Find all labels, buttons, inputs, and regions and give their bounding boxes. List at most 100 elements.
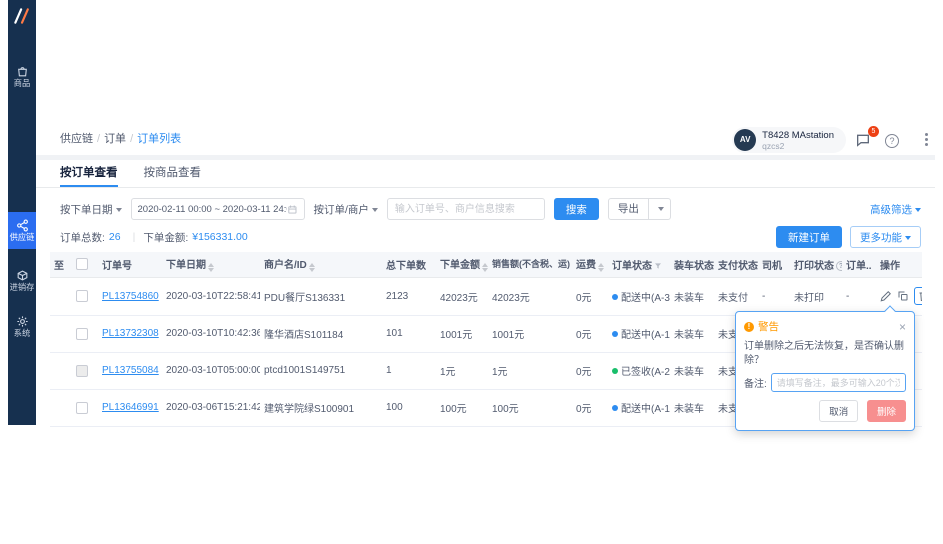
select-all-checkbox[interactable]	[76, 258, 88, 270]
date-range-value[interactable]	[138, 204, 287, 215]
column-header: 支付状态	[714, 252, 758, 277]
tab-order-view[interactable]: 按订单查看	[60, 160, 118, 187]
search-type-select[interactable]: 按订单/商户	[314, 202, 378, 217]
amount-cell: 100元	[436, 389, 488, 426]
cancel-button[interactable]: 取消	[819, 400, 858, 422]
new-order-button[interactable]: 新建订单	[776, 226, 842, 248]
close-icon[interactable]: ×	[899, 322, 906, 332]
copy-icon[interactable]	[897, 290, 909, 302]
sidebar-item-goods[interactable]: 商品	[8, 58, 36, 95]
chevron-down-icon	[372, 208, 378, 212]
help-button[interactable]: ?	[885, 131, 903, 149]
column-header: 总下单数	[382, 252, 436, 277]
order-date-cell: 2020-03-10T10:42:36	[162, 315, 260, 352]
breadcrumb-current: 订单列表	[137, 133, 181, 145]
column-header[interactable]: 运费	[572, 252, 608, 277]
delete-confirm-popover: ! 警告 × 订单删除之后无法恢复，是否确认删除？ 备注: 取消 删除	[735, 311, 915, 431]
sidebar-item-label: 进销存	[9, 282, 35, 292]
calendar-icon	[287, 204, 298, 215]
more-menu-button[interactable]	[921, 131, 931, 149]
edit-icon[interactable]	[880, 290, 892, 302]
order-no-cell: PL13646991	[98, 389, 162, 426]
amount-cell: 1001元	[436, 315, 488, 352]
row-checkbox[interactable]	[76, 290, 88, 302]
row-checkbox[interactable]	[76, 365, 88, 377]
date-type-select[interactable]: 按下单日期	[60, 202, 122, 217]
sidebar-item-supply-chain[interactable]: 供应链	[8, 212, 36, 249]
user-name: T8428 MAstation	[762, 130, 834, 141]
user-account: qzcs2	[762, 141, 834, 151]
sort-icon[interactable]	[309, 263, 315, 272]
freight-cell: 0元	[572, 352, 608, 389]
sales-cell: 100元	[488, 389, 572, 426]
order-link[interactable]: PL13646991	[102, 402, 159, 413]
sort-icon[interactable]	[482, 263, 488, 272]
user-menu[interactable]: AV T8428 MAstation qzcs2	[732, 127, 846, 153]
order-total-label: 订单总数:	[60, 230, 105, 245]
sales-cell: 42023元	[488, 277, 572, 315]
logo-icon	[12, 6, 32, 26]
breadcrumb-item[interactable]: 订单	[104, 133, 126, 145]
freight-cell: 0元	[572, 389, 608, 426]
topbar: 供应链/订单/订单列表 AV T8428 MAstation qzcs2 5 ?	[36, 123, 935, 155]
date-range-input[interactable]	[131, 198, 305, 220]
help-icon[interactable]: ?	[836, 261, 842, 271]
inventory-icon	[8, 267, 36, 282]
column-header[interactable]: 下单日期	[162, 252, 260, 277]
order-link[interactable]: PL13732308	[102, 328, 159, 339]
search-input[interactable]	[388, 199, 544, 219]
column-header[interactable]: 订单状态	[608, 252, 670, 277]
status-dot	[612, 368, 618, 374]
order-link[interactable]: PL13754860	[102, 291, 159, 302]
sort-icon[interactable]	[598, 263, 604, 272]
help-icon: ?	[885, 134, 899, 148]
view-tabs: 按订单查看 按商品查看	[36, 160, 935, 188]
checkbox-cell	[72, 389, 98, 426]
breadcrumb: 供应链/订单/订单列表	[60, 123, 181, 155]
checkbox-cell	[72, 315, 98, 352]
order-amount-label: 下单金额:	[143, 230, 188, 245]
loading-status-cell: 未装车	[670, 352, 714, 389]
order-no-cell: PL13755084	[98, 352, 162, 389]
status-dot	[612, 405, 618, 411]
chevron-down-icon	[915, 208, 921, 212]
note-input[interactable]	[771, 373, 906, 392]
search-button[interactable]: 搜索	[554, 198, 599, 220]
sidebar-item-system[interactable]: 系统	[8, 308, 36, 345]
order-total-value: 26	[109, 231, 121, 243]
sidebar-item-label: 系统	[9, 328, 35, 338]
filter-icon[interactable]	[654, 261, 662, 272]
breadcrumb-item[interactable]: 供应链	[60, 133, 93, 145]
notification-badge: 5	[868, 126, 879, 137]
order-status-cell: 配送中(A-1-1)	[608, 315, 670, 352]
order-no-cell: PL13754860	[98, 277, 162, 315]
merchant-cell: 建筑学院绿S100901	[260, 389, 382, 426]
more-actions-button[interactable]: 更多功能	[850, 226, 921, 248]
column-header[interactable]: 销售额(不含税、运)	[488, 252, 572, 277]
print-status-cell: 未打印	[790, 277, 842, 315]
sort-icon[interactable]	[208, 263, 214, 272]
loading-status-cell: 未装车	[670, 277, 714, 315]
qty-cell: 1	[382, 352, 436, 389]
delete-button[interactable]: 删除	[867, 400, 906, 422]
advanced-filter-link[interactable]: 高级筛选	[870, 202, 921, 217]
row-checkbox[interactable]	[76, 402, 88, 414]
order-status-cell: 配送中(A-3-1)	[608, 277, 670, 315]
delete-icon[interactable]	[914, 287, 922, 305]
table-row: PL137548602020-03-10T22:58:41PDU餐厅S13633…	[50, 277, 922, 315]
column-header: 装车状态	[670, 252, 714, 277]
actions-cell	[876, 277, 922, 315]
row-checkbox[interactable]	[76, 328, 88, 340]
order-link[interactable]: PL13755084	[102, 365, 159, 376]
export-button[interactable]: 导出	[608, 198, 671, 220]
amount-cell: 42023元	[436, 277, 488, 315]
select-all-header[interactable]	[72, 252, 98, 277]
goods-icon	[8, 63, 36, 78]
app-logo[interactable]	[8, 6, 36, 30]
column-header[interactable]: 商户名/ID	[260, 252, 382, 277]
column-header[interactable]: 下单金额	[436, 252, 488, 277]
tab-product-view[interactable]: 按商品查看	[144, 160, 202, 187]
messages-button[interactable]: 5	[855, 131, 873, 149]
export-dropdown[interactable]	[649, 199, 670, 219]
sidebar-item-inventory[interactable]: 进销存	[8, 262, 36, 299]
